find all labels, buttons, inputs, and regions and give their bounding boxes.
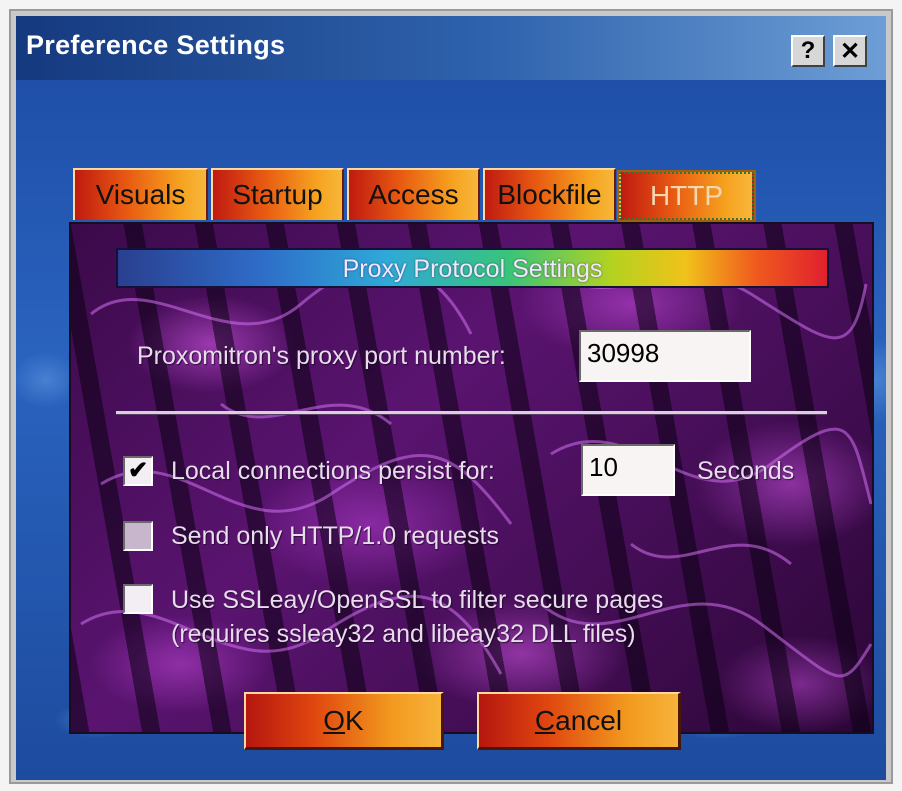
- persist-seconds-input[interactable]: 10: [581, 444, 675, 496]
- seconds-unit-label: Seconds: [697, 457, 795, 485]
- tab-blockfile[interactable]: Blockfile: [483, 168, 616, 220]
- tab-visuals[interactable]: Visuals: [73, 168, 208, 220]
- port-input[interactable]: 30998: [579, 330, 751, 382]
- http10-checkbox[interactable]: [123, 521, 153, 551]
- ssl-label-line1: Use SSLeay/OpenSSL to filter secure page…: [171, 586, 664, 614]
- preference-settings-window: Preference Settings ? ✕ Visuals Startup …: [9, 9, 893, 784]
- tab-startup[interactable]: Startup: [211, 168, 344, 220]
- section-header-bar: Proxy Protocol Settings: [116, 248, 829, 288]
- window-title: Preference Settings: [26, 30, 286, 60]
- title-bar: Preference Settings ? ✕: [16, 16, 886, 80]
- tab-access[interactable]: Access: [347, 168, 480, 220]
- cancel-accelerator: C: [534, 704, 556, 736]
- ssl-label-line2: (requires ssleay32 and libeay32 DLL file…: [171, 620, 636, 648]
- ok-accelerator: O: [323, 704, 346, 736]
- persist-label: Local connections persist for:: [171, 457, 495, 485]
- ok-label-rest: K: [345, 704, 364, 736]
- cancel-label-rest: ancel: [555, 704, 623, 736]
- http-settings-panel: Proxy Protocol Settings Proxomitron's pr…: [69, 222, 874, 734]
- ssl-checkbox[interactable]: [123, 584, 153, 614]
- section-divider: [116, 411, 827, 415]
- help-button[interactable]: ?: [791, 35, 825, 67]
- close-button[interactable]: ✕: [833, 35, 867, 67]
- http10-label: Send only HTTP/1.0 requests: [171, 522, 499, 550]
- ok-button[interactable]: OK: [244, 692, 444, 750]
- port-label: Proxomitron's proxy port number:: [137, 342, 506, 370]
- tab-http[interactable]: HTTP: [617, 170, 756, 222]
- cancel-button[interactable]: Cancel: [477, 692, 681, 750]
- dialog-client-area: Visuals Startup Access Blockfile HTTP Pr…: [16, 80, 886, 780]
- section-title: Proxy Protocol Settings: [342, 255, 603, 283]
- check-icon: ✔: [127, 457, 149, 484]
- persist-checkbox[interactable]: ✔: [123, 456, 153, 486]
